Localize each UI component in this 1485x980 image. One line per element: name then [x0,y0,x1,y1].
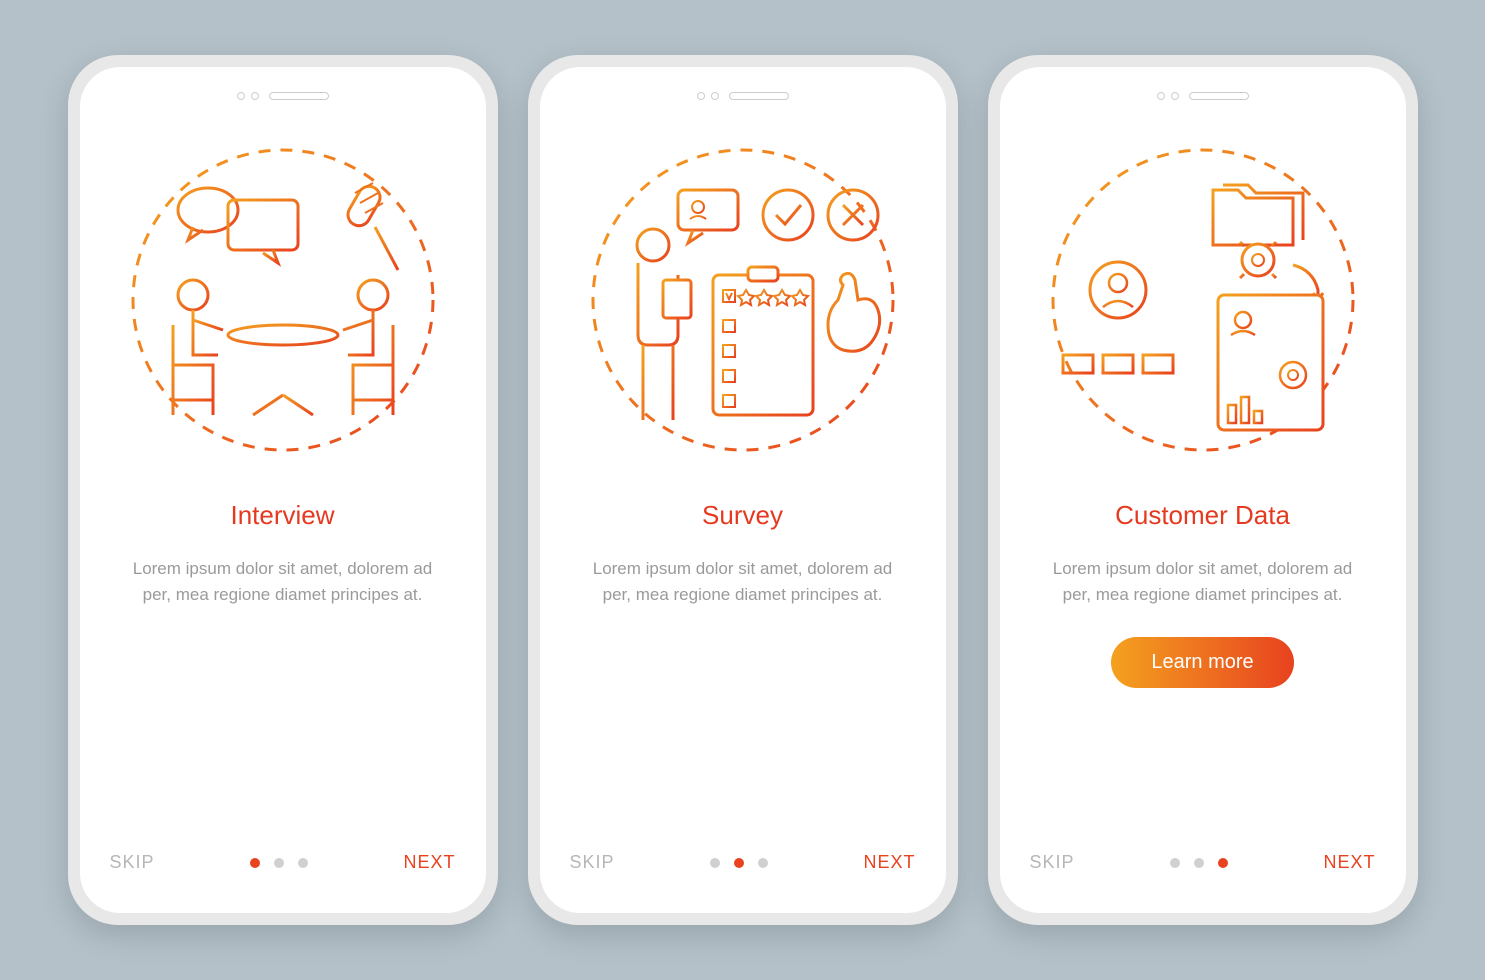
phone-frame-customer-data: Customer Data Lorem ipsum dolor sit amet… [988,55,1418,925]
phone-frame-interview: Interview Lorem ipsum dolor sit amet, do… [68,55,498,925]
page-indicator [1170,858,1228,868]
nav-row: SKIP NEXT [1030,852,1376,873]
page-dot-3[interactable] [298,858,308,868]
page-dot-2[interactable] [1194,858,1204,868]
page-dot-1[interactable] [1170,858,1180,868]
page-dot-1[interactable] [250,858,260,868]
survey-illustration-icon [583,135,903,465]
page-indicator [710,858,768,868]
page-dot-3[interactable] [1218,858,1228,868]
page-dot-2[interactable] [274,858,284,868]
page-dot-2[interactable] [734,858,744,868]
screen-title: Interview [230,500,334,531]
page-indicator [250,858,308,868]
skip-button[interactable]: SKIP [1030,852,1075,873]
device-notch [237,92,329,100]
device-notch [1157,92,1249,100]
screen-description: Lorem ipsum dolor sit amet, dolorem ad p… [123,556,443,607]
screen-survey: Survey Lorem ipsum dolor sit amet, dolor… [540,67,946,913]
next-button[interactable]: NEXT [863,852,915,873]
skip-button[interactable]: SKIP [570,852,615,873]
phone-frame-survey: Survey Lorem ipsum dolor sit amet, dolor… [528,55,958,925]
page-dot-1[interactable] [710,858,720,868]
interview-illustration-icon [123,135,443,465]
screen-interview: Interview Lorem ipsum dolor sit amet, do… [80,67,486,913]
screen-customer-data: Customer Data Lorem ipsum dolor sit amet… [1000,67,1406,913]
next-button[interactable]: NEXT [1323,852,1375,873]
learn-more-button[interactable]: Learn more [1111,637,1293,688]
skip-button[interactable]: SKIP [110,852,155,873]
nav-row: SKIP NEXT [570,852,916,873]
screen-description: Lorem ipsum dolor sit amet, dolorem ad p… [583,556,903,607]
screen-title: Customer Data [1115,500,1290,531]
screen-description: Lorem ipsum dolor sit amet, dolorem ad p… [1043,556,1363,607]
next-button[interactable]: NEXT [403,852,455,873]
device-notch [697,92,789,100]
page-dot-3[interactable] [758,858,768,868]
customer-data-illustration-icon [1043,135,1363,465]
screen-title: Survey [702,500,783,531]
nav-row: SKIP NEXT [110,852,456,873]
